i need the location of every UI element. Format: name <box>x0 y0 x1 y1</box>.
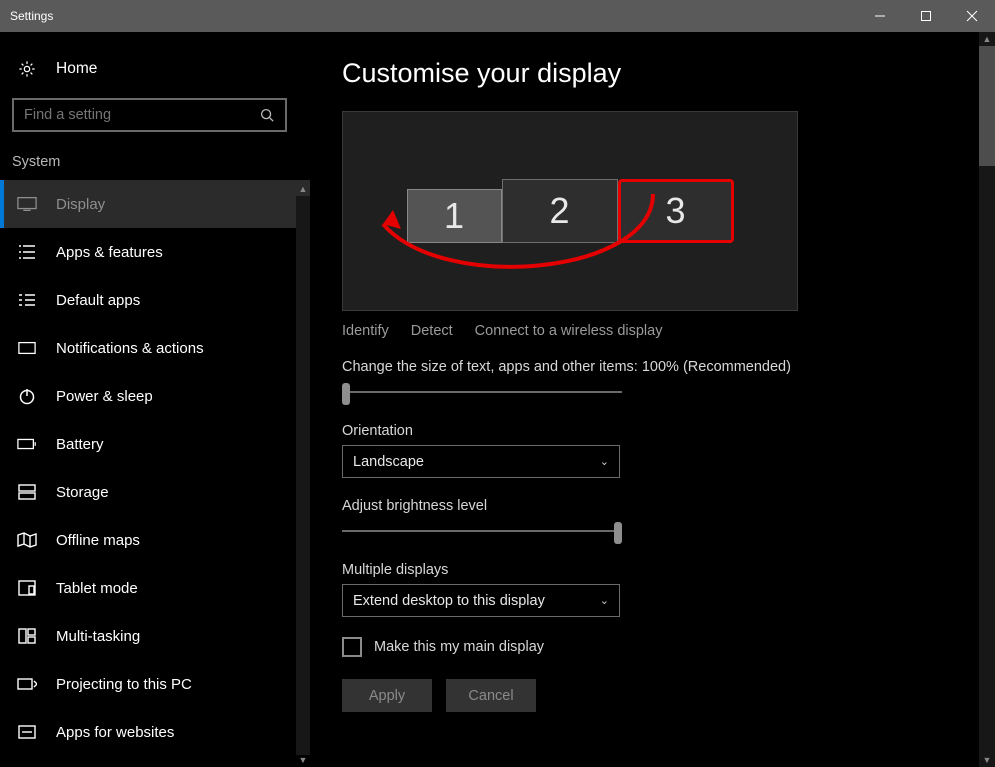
nav-list: Display Apps & features Default apps Not… <box>0 180 310 767</box>
nav-label: Tablet mode <box>56 580 138 597</box>
minimize-button[interactable] <box>857 0 903 32</box>
nav-label: Notifications & actions <box>56 340 204 357</box>
nav-label: Default apps <box>56 292 140 309</box>
nav-label: Offline maps <box>56 532 140 549</box>
storage-icon <box>16 481 38 503</box>
battery-icon <box>16 433 38 455</box>
nav-label: Multi-tasking <box>56 628 140 645</box>
monitor-1[interactable]: 1 <box>407 189 502 243</box>
nav-item-power-sleep[interactable]: Power & sleep <box>0 372 310 420</box>
orientation-value: Landscape <box>353 454 424 470</box>
detect-link[interactable]: Detect <box>411 323 453 339</box>
gear-icon <box>16 58 38 80</box>
chevron-down-icon: ⌄ <box>600 594 609 607</box>
identify-link[interactable]: Identify <box>342 323 389 339</box>
main-display-checkbox-label: Make this my main display <box>374 639 544 655</box>
brightness-label: Adjust brightness level <box>342 498 979 514</box>
link-icon <box>16 721 38 743</box>
display-arrangement[interactable]: 1 2 3 <box>342 111 798 311</box>
apply-button[interactable]: Apply <box>342 679 432 712</box>
multiple-displays-label: Multiple displays <box>342 562 979 578</box>
scaling-label: Change the size of text, apps and other … <box>342 359 979 375</box>
orientation-dropdown[interactable]: Landscape ⌄ <box>342 445 620 478</box>
nav-label: Apps for websites <box>56 724 174 741</box>
multiple-displays-dropdown[interactable]: Extend desktop to this display ⌄ <box>342 584 620 617</box>
search-icon <box>260 108 275 123</box>
scaling-slider[interactable] <box>342 381 622 403</box>
tablet-icon <box>16 577 38 599</box>
power-icon <box>16 385 38 407</box>
window-title: Settings <box>10 9 53 23</box>
scroll-up-icon[interactable]: ▲ <box>296 182 310 196</box>
nav-item-offline-maps[interactable]: Offline maps <box>0 516 310 564</box>
scroll-down-icon[interactable]: ▼ <box>979 753 995 767</box>
monitor-3[interactable]: 3 <box>618 179 734 243</box>
map-icon <box>16 529 38 551</box>
nav-item-default-apps[interactable]: Default apps <box>0 276 310 324</box>
window-scrollbar[interactable]: ▲ ▼ <box>979 32 995 767</box>
brightness-slider[interactable] <box>342 520 622 542</box>
cancel-button[interactable]: Cancel <box>446 679 536 712</box>
defaults-icon <box>16 289 38 311</box>
main-content: Customise your display 1 2 3 Identify De… <box>310 32 995 767</box>
sidebar-scrollbar[interactable]: ▲ ▼ <box>296 180 310 767</box>
nav-label: Power & sleep <box>56 388 153 405</box>
main-display-checkbox[interactable] <box>342 637 362 657</box>
home-button[interactable]: Home <box>0 52 310 98</box>
nav-item-storage[interactable]: Storage <box>0 468 310 516</box>
scroll-thumb[interactable] <box>979 46 995 166</box>
list-icon <box>16 241 38 263</box>
nav-item-multitasking[interactable]: Multi-tasking <box>0 612 310 660</box>
sidebar: Home System Display Apps & features <box>0 32 310 767</box>
scroll-up-icon[interactable]: ▲ <box>979 32 995 46</box>
connect-wireless-link[interactable]: Connect to a wireless display <box>475 323 663 339</box>
display-icon <box>16 193 38 215</box>
nav-label: Display <box>56 196 105 213</box>
nav-item-apps-websites[interactable]: Apps for websites <box>0 708 310 756</box>
chevron-down-icon: ⌄ <box>600 455 609 468</box>
nav-item-projecting[interactable]: Projecting to this PC <box>0 660 310 708</box>
nav-item-battery[interactable]: Battery <box>0 420 310 468</box>
notifications-icon <box>16 337 38 359</box>
display-links: Identify Detect Connect to a wireless di… <box>342 323 979 339</box>
category-label: System <box>0 154 310 180</box>
nav-label: Battery <box>56 436 104 453</box>
titlebar[interactable]: Settings <box>0 0 995 32</box>
nav-item-notifications[interactable]: Notifications & actions <box>0 324 310 372</box>
monitor-2[interactable]: 2 <box>502 179 618 243</box>
nav-item-apps-features[interactable]: Apps & features <box>0 228 310 276</box>
multitask-icon <box>16 625 38 647</box>
nav-label: Storage <box>56 484 109 501</box>
maximize-button[interactable] <box>903 0 949 32</box>
nav-item-display[interactable]: Display <box>0 180 310 228</box>
nav-label: Projecting to this PC <box>56 676 192 693</box>
page-title: Customise your display <box>342 58 979 89</box>
multiple-displays-value: Extend desktop to this display <box>353 593 545 609</box>
home-label: Home <box>56 60 97 78</box>
search-input[interactable] <box>12 98 287 132</box>
search-field[interactable] <box>24 107 260 123</box>
nav-label: Apps & features <box>56 244 163 261</box>
orientation-label: Orientation <box>342 423 979 439</box>
project-icon <box>16 673 38 695</box>
nav-item-tablet-mode[interactable]: Tablet mode <box>0 564 310 612</box>
close-button[interactable] <box>949 0 995 32</box>
scroll-down-icon[interactable]: ▼ <box>296 753 310 767</box>
